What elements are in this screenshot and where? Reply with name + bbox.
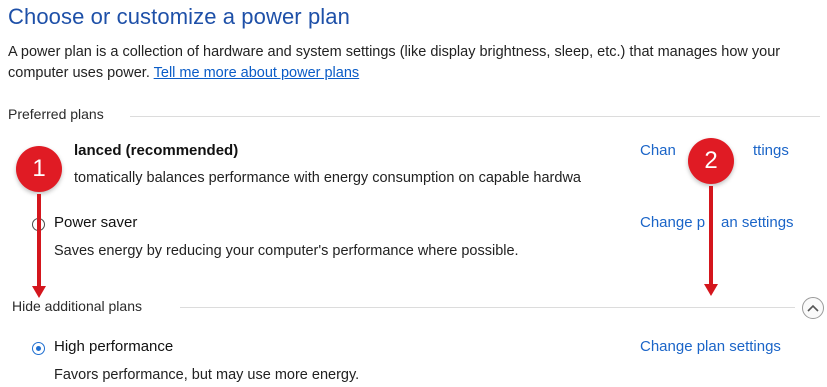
plan-high-performance-name[interactable]: High performance (54, 338, 173, 355)
annotation-arrow-2-shaft (709, 186, 713, 286)
plan-high-performance-description: Favors performance, but may use more ene… (54, 367, 360, 383)
change-plan-settings-balanced-link[interactable]: Chan (640, 142, 676, 159)
change-link-part[interactable]: Chan (640, 142, 676, 159)
annotation-badge-1: 1 (16, 146, 62, 192)
annotation-arrow-1-head (32, 286, 46, 298)
change-plan-settings-power-saver-link[interactable]: Change p (640, 214, 705, 231)
annotation-badge-2: 2 (688, 138, 734, 184)
section-divider (130, 116, 820, 117)
tell-me-more-link[interactable]: Tell me more about power plans (154, 65, 360, 81)
change-plan-settings-balanced-link-tail[interactable]: ttings (753, 142, 789, 159)
section-divider (180, 307, 795, 308)
hide-additional-plans-label[interactable]: Hide additional plans (12, 298, 150, 314)
chevron-up-icon (807, 304, 819, 312)
plan-balanced-name[interactable]: lanced (recommended) (74, 142, 238, 159)
annotation-arrow-2-head (704, 284, 718, 296)
plan-balanced-description: tomatically balances performance with en… (74, 170, 581, 186)
preferred-plans-label: Preferred plans (8, 106, 112, 122)
intro-text: A power plan is a collection of hardware… (8, 44, 781, 81)
change-plan-settings-power-saver-link-tail[interactable]: an settings (721, 214, 794, 231)
high-performance-radio[interactable] (32, 342, 45, 355)
page-title: Choose or customize a power plan (8, 4, 350, 29)
plan-power-saver-name[interactable]: Power saver (54, 214, 137, 231)
collapse-button[interactable] (802, 297, 824, 319)
annotation-arrow-1-shaft (37, 194, 41, 288)
plan-power-saver-description: Saves energy by reducing your computer's… (54, 243, 519, 259)
change-plan-settings-high-performance-link[interactable]: Change plan settings (640, 338, 781, 355)
page-intro: A power plan is a collection of hardware… (8, 42, 820, 84)
